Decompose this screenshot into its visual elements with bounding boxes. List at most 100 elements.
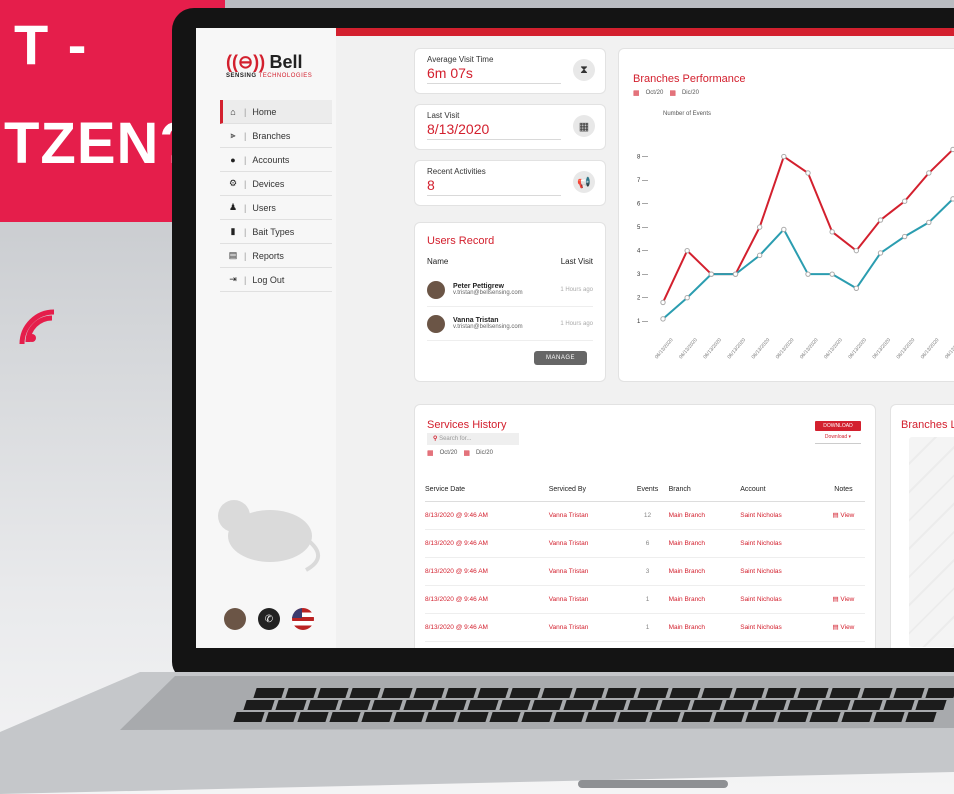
view-link[interactable]: View	[840, 624, 854, 631]
keyboard-key	[627, 700, 659, 710]
keyboard-key	[745, 712, 777, 722]
cell-date: 8/13/2020 @ 9:46 AM	[425, 557, 549, 586]
us-flag-icon[interactable]	[292, 608, 314, 630]
col-last-visit[interactable]: Last Visit	[561, 257, 593, 266]
cell-by: Vanna Tristan	[548, 501, 627, 530]
y-tick-label: 3 —	[637, 272, 648, 278]
list-item[interactable]: Vanna Tristan v.tristan@bellsensing.com …	[427, 307, 593, 341]
table-row[interactable]: 8/13/2020 @ 9:46 AM Vanna Tristan 3 Main Br…	[425, 557, 865, 586]
avatar	[427, 280, 445, 299]
series-line-1	[662, 198, 954, 320]
column-header[interactable]: Branch	[668, 479, 741, 502]
keyboard-key	[925, 688, 954, 698]
keyboard-key	[521, 712, 553, 722]
keyboard-key	[883, 700, 915, 710]
calendar-icon: ▦	[573, 115, 595, 137]
keyboard-key	[755, 700, 787, 710]
reports-icon: ▤	[228, 250, 238, 260]
calendar-icon: ▦	[633, 90, 640, 97]
services-table: Service Date Serviced By Events Branch Accou…	[425, 479, 865, 642]
keyboard-key	[905, 712, 937, 722]
sidebar-item-home[interactable]: ⌂ | Home	[220, 100, 332, 124]
search-input[interactable]: ⚲ Search for...	[427, 433, 519, 445]
recent-activities-value: 8	[427, 177, 435, 193]
accounts-icon: ●	[230, 154, 236, 165]
keyboard-key	[243, 700, 275, 710]
calendar-icon: ▦	[669, 90, 676, 97]
table-row[interactable]: 8/13/2020 @ 9:46 AM Vanna Tristan 1 Main Br…	[425, 613, 865, 642]
services-title: Services History	[427, 419, 507, 431]
cell-date: 8/13/2020 @ 9:46 AM	[425, 501, 549, 530]
sidebar-item-users[interactable]: ♟ | Users	[220, 196, 332, 220]
col-name[interactable]: Name	[427, 257, 448, 266]
avg-visit-label: Average Visit Time	[427, 55, 494, 64]
keyboard-key	[787, 700, 819, 710]
cell-notes[interactable]: ▤ View	[821, 585, 865, 614]
chart-date-range[interactable]: ▦ Oct/20 ▦ Dic/20	[633, 89, 699, 97]
x-tick-label: 06/13/2020	[775, 337, 796, 360]
logo-technologies: TECHNOLOGIES	[258, 73, 313, 79]
services-date-range[interactable]: ▦ Oct/20 ▦ Dic/20	[427, 449, 493, 457]
keyboard-key	[275, 700, 307, 710]
data-point	[853, 285, 860, 291]
cell-events: 12	[626, 501, 669, 530]
data-point	[877, 217, 884, 223]
download-button[interactable]: DOWNLOAD	[815, 421, 861, 431]
map[interactable]	[909, 437, 954, 647]
table-row[interactable]: 8/13/2020 @ 9:46 AM Vanna Tristan 1 Main Br…	[425, 585, 865, 614]
data-point	[926, 219, 932, 226]
column-header[interactable]: Notes	[821, 479, 865, 502]
list-item[interactable]: Peter Pettigrew v.tristan@bellsensing.co…	[427, 273, 593, 307]
y-tick-label: 6 —	[637, 202, 648, 208]
download-select-value: Download	[824, 434, 848, 440]
sidebar-item-bait-types[interactable]: ▮ | Bait Types	[220, 220, 332, 244]
sidebar-item-branches[interactable]: ⫸ | Branches	[220, 124, 332, 148]
calendar-icon: ▦	[427, 450, 434, 457]
profile-avatar[interactable]	[224, 608, 246, 630]
divider	[427, 139, 561, 140]
data-point	[901, 233, 908, 240]
manage-button[interactable]: MANAGE	[533, 351, 587, 365]
sidebar-item-label: Home	[252, 106, 277, 117]
sidebar-item-reports[interactable]: ▤ | Reports	[220, 244, 332, 268]
sidebar-item-label: Users	[252, 202, 276, 213]
sidebar-item-devices[interactable]: ⚙ | Devices	[220, 172, 332, 196]
keyboard-key	[893, 688, 925, 698]
cell-notes[interactable]: ▤ View	[821, 613, 865, 642]
chart-from: Oct/20	[645, 90, 664, 96]
data-point	[781, 153, 787, 160]
keyboard-key	[531, 700, 563, 710]
view-link[interactable]: View	[840, 596, 854, 603]
table-row[interactable]: 8/13/2020 @ 9:46 AM Vanna Tristan 6 Main Br…	[425, 529, 865, 558]
keyboard-key	[317, 688, 349, 698]
data-point	[877, 250, 884, 256]
data-point	[756, 224, 763, 230]
sidebar-item-label: Reports	[252, 250, 284, 261]
column-header[interactable]: Service Date	[425, 479, 549, 502]
keyboard-key	[915, 700, 947, 710]
table-row[interactable]: 8/13/2020 @ 9:46 AM Vanna Tristan 12 Main B…	[425, 501, 865, 530]
sidebar-item-accounts[interactable]: ● | Accounts	[220, 148, 332, 172]
column-header[interactable]: Serviced By	[548, 479, 627, 502]
branches-performance-card: Branches Performance ▦ Oct/20 ▦ Dic/20 Num…	[618, 48, 954, 382]
user-email: v.tristan@bellsensing.com	[453, 290, 523, 296]
separator: |	[244, 274, 247, 285]
keyboard-key	[403, 700, 435, 710]
services-from: Oct/20	[439, 450, 458, 456]
column-header[interactable]: Events	[626, 479, 669, 502]
column-header[interactable]: Account	[740, 479, 822, 502]
view-link[interactable]: View	[840, 512, 854, 519]
recent-activities-label: Recent Activities	[427, 167, 486, 176]
separator: |	[244, 202, 247, 213]
sidebar-item-log-out[interactable]: ⇥ | Log Out	[220, 268, 332, 292]
keyboard-key	[605, 688, 637, 698]
x-tick-label: 06/13/2020	[896, 337, 917, 360]
keyboard-key	[669, 688, 701, 698]
phone-icon[interactable]: ✆	[258, 608, 280, 630]
download-select[interactable]: Download ▾	[815, 434, 861, 444]
data-point	[926, 170, 932, 176]
logo: ((⊖)) Bell SENSING TECHNOLOGIES	[226, 52, 312, 79]
users-list: Peter Pettigrew v.tristan@bellsensing.co…	[427, 273, 593, 341]
keyboard-key	[595, 700, 627, 710]
cell-notes[interactable]: ▤ View	[821, 501, 865, 530]
